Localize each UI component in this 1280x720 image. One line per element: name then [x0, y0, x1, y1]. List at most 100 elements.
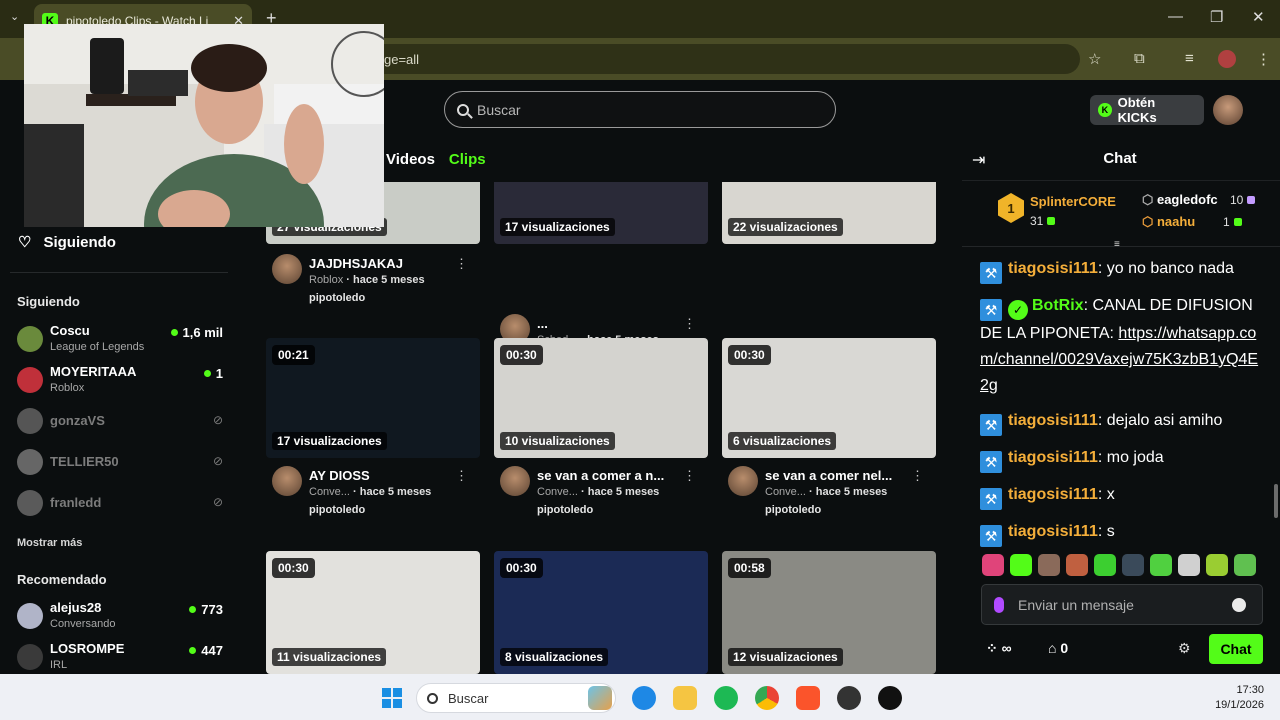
gifter-name[interactable]: SplinterCORE — [1030, 194, 1116, 209]
clip-title[interactable]: se van a comer nel... — [765, 468, 915, 483]
clip-card[interactable]: 00:21 17 visualizaciones AY DIOSS Conve... … — [266, 338, 480, 518]
sidebar-channel-losrompe[interactable]: LOSROMPE IRL 447 — [17, 640, 227, 674]
emote-icon[interactable] — [1178, 554, 1200, 576]
collapse-chat-icon[interactable]: ⇥ — [972, 150, 985, 170]
tab-clips[interactable]: Clips — [449, 151, 486, 168]
sidebar-channel-moyeritaaa[interactable]: MOYERITAAA Roblox 1 — [17, 363, 227, 397]
site-search[interactable] — [444, 91, 836, 128]
emote-icon[interactable] — [1206, 554, 1228, 576]
taskbar-search[interactable]: Buscar — [416, 683, 616, 713]
show-more-link[interactable]: Mostrar más — [17, 537, 82, 549]
clip-thumbnail[interactable]: 17 visualizaciones — [494, 182, 708, 244]
edge-browser-icon[interactable] — [632, 686, 656, 710]
clip-options-icon[interactable]: ⋮ — [683, 316, 696, 332]
bookmark-star-icon[interactable]: ☆ — [1088, 50, 1101, 68]
chat-username[interactable]: BotRix — [1032, 297, 1084, 314]
chat-username[interactable]: tiagosisi111 — [1008, 523, 1098, 540]
maximize-button[interactable]: ❐ — [1210, 8, 1223, 26]
emote-icon[interactable] — [1010, 554, 1032, 576]
emote-icon[interactable] — [982, 554, 1004, 576]
brave-icon[interactable] — [796, 686, 820, 710]
tiktok-icon[interactable] — [878, 686, 902, 710]
sidebar-channel-alejus28[interactable]: alejus28 Conversando 773 — [17, 599, 227, 633]
clip-card[interactable]: 00:30 8 visualizaciones — [494, 551, 708, 674]
clip-card[interactable]: 00:30 10 visualizaciones se van a comer a … — [494, 338, 708, 518]
sidebar-nav-following[interactable]: ♡ Siguiendo — [18, 233, 116, 252]
emote-icon[interactable] — [1150, 554, 1172, 576]
media-control-icon[interactable]: ≡ — [1185, 50, 1194, 67]
browser-menu-icon[interactable]: ⋮ — [1256, 50, 1271, 68]
chat-username[interactable]: tiagosisi111 — [1008, 449, 1098, 466]
minimize-button[interactable]: — — [1168, 8, 1183, 25]
chat-compose[interactable] — [981, 584, 1263, 625]
app-icon[interactable] — [837, 686, 861, 710]
clip-category[interactable]: Roblox — [309, 274, 343, 286]
file-explorer-icon[interactable] — [673, 686, 697, 710]
clip-owner[interactable]: pipotoledo — [309, 504, 365, 516]
clip-title[interactable]: se van a comer a n... — [537, 468, 687, 483]
clip-card[interactable]: 00:58 12 visualizaciones — [722, 551, 936, 674]
clip-thumbnail-image[interactable]: 17 visualizaciones — [494, 182, 708, 244]
weather-widget-icon[interactable] — [588, 686, 612, 710]
sidebar-channel-franledd[interactable]: franledd ⊘ — [17, 486, 227, 520]
clip-title[interactable]: JAJDHSJAKAJ — [309, 256, 459, 271]
clip-thumbnail[interactable]: 00:21 17 visualizaciones — [266, 338, 480, 458]
clip-card[interactable]: 00:30 11 visualizaciones — [266, 551, 480, 674]
clip-options-icon[interactable]: ⋮ — [455, 256, 468, 272]
expand-gifters-icon[interactable]: ≡ — [1114, 239, 1128, 250]
gifter-name[interactable]: ⬡ eagledofc — [1142, 192, 1218, 208]
microphone-icon[interactable] — [994, 596, 1004, 613]
clip-owner[interactable]: pipotoledo — [537, 504, 593, 516]
clip-title[interactable]: ... — [537, 316, 687, 331]
channel-avatar[interactable] — [272, 254, 302, 284]
clip-thumbnail[interactable]: 00:30 8 visualizaciones — [494, 551, 708, 674]
emote-icon[interactable] — [1234, 554, 1256, 576]
channel-points[interactable]: ⁘ ∞ — [986, 640, 1012, 657]
chat-settings-icon[interactable]: ⚙ — [1178, 640, 1191, 657]
clip-thumbnail[interactable]: 00:30 10 visualizaciones — [494, 338, 708, 458]
clip-thumbnail-image[interactable]: 22 visualizaciones — [722, 182, 936, 244]
sidebar-channel-coscu[interactable]: Coscu League of Legends 1,6 mil — [17, 322, 227, 356]
close-window-button[interactable]: ✕ — [1252, 8, 1265, 26]
clip-card[interactable]: 00:30 6 visualizaciones se van a comer nel… — [722, 338, 936, 518]
clip-title[interactable]: AY DIOSS — [309, 468, 459, 483]
clip-options-icon[interactable]: ⋮ — [683, 468, 696, 484]
clip-thumbnail[interactable]: 00:30 6 visualizaciones — [722, 338, 936, 458]
emote-icon[interactable] — [1066, 554, 1088, 576]
chat-username[interactable]: tiagosisi111 — [1008, 260, 1098, 277]
chat-username[interactable]: tiagosisi111 — [1008, 412, 1098, 429]
emote-icon[interactable] — [1122, 554, 1144, 576]
emoji-picker-icon[interactable] — [1232, 597, 1246, 612]
clip-category[interactable]: Conve... — [537, 486, 578, 498]
clip-thumbnail[interactable]: 22 visualizaciones — [722, 182, 936, 244]
chrome-icon[interactable] — [755, 686, 779, 710]
sidebar-channel-tellier50[interactable]: TELLIER50 ⊘ — [17, 445, 227, 479]
channel-avatar[interactable] — [272, 466, 302, 496]
spotify-icon[interactable] — [714, 686, 738, 710]
clip-options-icon[interactable]: ⋮ — [455, 468, 468, 484]
clip-thumbnail[interactable]: 00:30 11 visualizaciones — [266, 551, 480, 674]
clip-category[interactable]: Conve... — [765, 486, 806, 498]
sidebar-channel-gonzavs[interactable]: gonzaVS ⊘ — [17, 404, 227, 438]
clip-owner[interactable]: pipotoledo — [765, 504, 821, 516]
get-kicks-button[interactable]: K Obtén KICKs — [1090, 95, 1204, 125]
windows-start-icon[interactable] — [382, 688, 402, 708]
tab-list-dropdown-icon[interactable]: ⌄ — [10, 10, 19, 23]
clip-category[interactable]: Conve... — [309, 486, 350, 498]
profile-icon[interactable] — [1218, 50, 1236, 68]
tab-videos[interactable]: Videos — [386, 151, 435, 168]
clip-thumbnail[interactable]: 00:58 12 visualizaciones — [722, 551, 936, 674]
search-input[interactable] — [477, 101, 817, 118]
page-scrollbar[interactable] — [1274, 484, 1278, 518]
store-count[interactable]: ⌂ 0 — [1048, 640, 1068, 656]
system-clock[interactable]: 17:30 19/1/2026 — [1215, 683, 1264, 713]
send-chat-button[interactable]: Chat — [1209, 634, 1263, 664]
gifter-name[interactable]: ⬡ naahu — [1142, 214, 1195, 230]
emote-icon[interactable] — [1038, 554, 1060, 576]
extensions-icon[interactable]: ⧉ — [1134, 50, 1145, 67]
address-bar[interactable]: ge=all — [370, 44, 1080, 74]
clip-options-icon[interactable]: ⋮ — [911, 468, 924, 484]
emote-icon[interactable] — [1094, 554, 1116, 576]
channel-avatar[interactable] — [500, 466, 530, 496]
clip-owner[interactable]: pipotoledo — [309, 292, 365, 304]
